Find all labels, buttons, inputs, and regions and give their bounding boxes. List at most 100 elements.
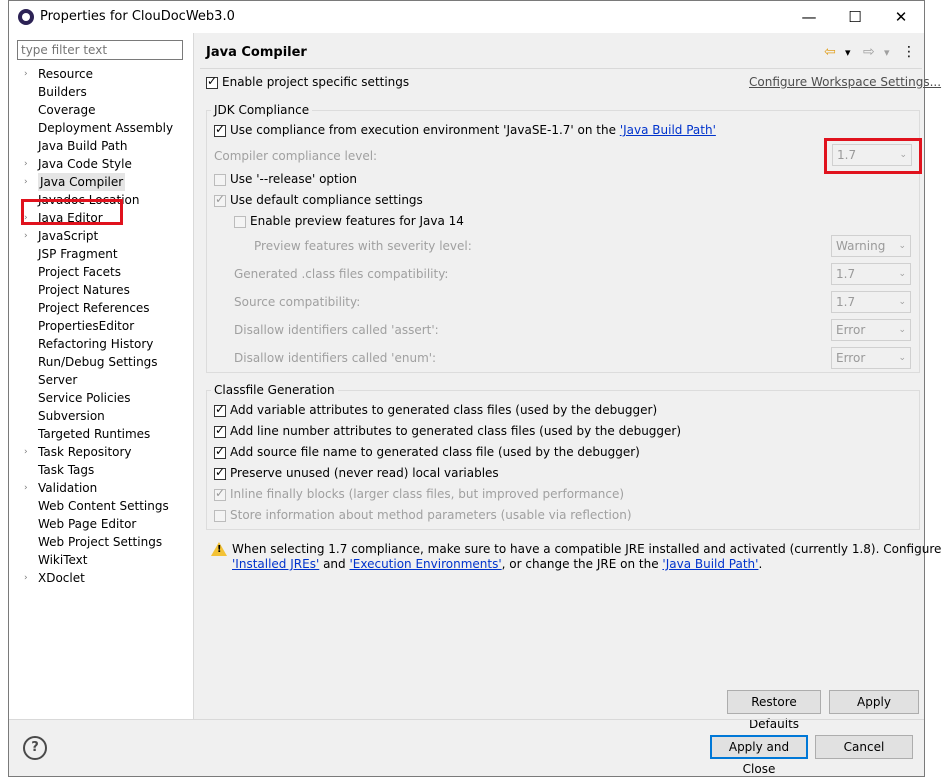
classfile-option-label: Add line number attributes to generated …	[230, 424, 682, 438]
classfile-option-checkbox[interactable]	[214, 465, 226, 480]
warning-and: and	[319, 557, 350, 571]
use-compliance-checkbox[interactable]	[214, 122, 226, 137]
tree-item-label: WikiText	[38, 553, 88, 567]
expand-arrow-icon[interactable]: ›	[24, 65, 28, 83]
tree-item-label: Subversion	[38, 409, 105, 423]
tree-item-label: Task Repository	[38, 445, 132, 459]
tree-item-label: Builders	[38, 85, 87, 99]
use-default-checkbox[interactable]	[214, 192, 226, 207]
back-icon[interactable]: ⇦	[824, 44, 836, 60]
apply-button[interactable]: Apply	[829, 690, 919, 714]
view-menu-icon[interactable]: ⋮	[902, 44, 916, 60]
classfile-option-label: Add source file name to generated class …	[230, 445, 640, 459]
tree-item-label: Task Tags	[38, 463, 95, 477]
tree-item-label: Java Code Style	[38, 157, 132, 171]
chevron-down-icon: ⌄	[898, 325, 906, 335]
java-build-path-link[interactable]: 'Java Build Path'	[620, 123, 716, 137]
use-default-label: Use default compliance settings	[230, 193, 423, 207]
tree-item-label: Targeted Runtimes	[38, 427, 151, 441]
tree-item-label: Server	[38, 373, 78, 387]
disallow-enum-value: Error	[836, 351, 866, 365]
title-separator	[200, 68, 922, 69]
preview-severity-label: Preview features with severity level:	[254, 239, 472, 253]
use-release-label: Use '--release' option	[230, 172, 358, 186]
use-compliance-label: Use compliance from execution environmen…	[230, 123, 716, 137]
classfile-option-checkbox[interactable]	[214, 486, 226, 501]
tree-item-label: JavaScript	[38, 229, 99, 243]
tree-item-label: XDoclet	[38, 571, 85, 585]
compliance-level-label: Compiler compliance level:	[214, 149, 378, 163]
title-bar: Properties for ClouDocWeb3.0 — ☐ ✕	[9, 1, 924, 33]
warning-line2: 'Installed JREs' and 'Execution Environm…	[232, 557, 762, 571]
page-title: Java Compiler	[206, 45, 307, 60]
expand-arrow-icon[interactable]: ›	[24, 443, 28, 461]
chevron-down-icon: ⌄	[898, 297, 906, 307]
installed-jres-link[interactable]: 'Installed JREs'	[232, 557, 319, 571]
chevron-down-icon: ⌄	[898, 353, 906, 363]
disallow-assert-combo[interactable]: Error ⌄	[831, 319, 911, 341]
classfile-generation-title: Classfile Generation	[211, 383, 338, 397]
window-title: Properties for ClouDocWeb3.0	[40, 9, 235, 24]
jdk-compliance-title: JDK Compliance	[211, 103, 313, 117]
help-icon[interactable]: ?	[23, 736, 47, 760]
filter-input[interactable]	[17, 40, 183, 60]
tree-item-label: Deployment Assembly	[38, 121, 174, 135]
generated-compat-combo[interactable]: 1.7 ⌄	[831, 263, 911, 285]
footer-separator	[9, 719, 924, 720]
preview-severity-value: Warning	[836, 239, 886, 253]
tree-item-label: PropertiesEditor	[38, 319, 135, 333]
tree-item-label: Project Natures	[38, 283, 130, 297]
source-compat-combo[interactable]: 1.7 ⌄	[831, 291, 911, 313]
chevron-down-icon: ⌄	[898, 241, 906, 251]
tree-item-label: Resource	[38, 67, 94, 81]
expand-arrow-icon[interactable]: ›	[24, 227, 28, 245]
maximize-button[interactable]: ☐	[832, 1, 878, 33]
configure-workspace-link[interactable]: Configure Workspace Settings...	[749, 75, 941, 89]
minimize-button[interactable]: —	[786, 1, 832, 33]
forward-icon[interactable]: ⇨	[863, 44, 875, 60]
close-button[interactable]: ✕	[878, 1, 924, 33]
classfile-option-label: Add variable attributes to generated cla…	[230, 403, 658, 417]
warning-line1: When selecting 1.7 compliance, make sure…	[232, 542, 945, 556]
enable-preview-label: Enable preview features for Java 14	[250, 214, 464, 228]
restore-defaults-button[interactable]: Restore Defaults	[727, 690, 821, 731]
back-dropdown-icon[interactable]: ▾	[845, 46, 851, 59]
enable-project-settings-label: Enable project specific settings	[222, 75, 410, 89]
expand-arrow-icon[interactable]: ›	[24, 569, 28, 587]
execution-environments-link[interactable]: 'Execution Environments'	[349, 557, 501, 571]
classfile-option-checkbox[interactable]	[214, 423, 226, 438]
tree-item-label: Java Compiler	[38, 173, 126, 191]
disallow-enum-combo[interactable]: Error ⌄	[831, 347, 911, 369]
forward-dropdown-icon[interactable]: ▾	[884, 46, 890, 59]
expand-arrow-icon[interactable]: ›	[24, 155, 28, 173]
generated-compat-label: Generated .class files compatibility:	[234, 267, 449, 281]
tree-item-label: Project Facets	[38, 265, 121, 279]
classfile-option-label: Inline finally blocks (larger class file…	[230, 487, 625, 501]
cancel-button[interactable]: Cancel	[815, 735, 913, 759]
expand-arrow-icon[interactable]: ›	[24, 479, 28, 497]
classfile-option-checkbox[interactable]	[214, 444, 226, 459]
tree-item-label: JSP Fragment	[38, 247, 118, 261]
preference-tree-panel: › Resource Builders Coverage Deployment Asse…	[9, 33, 194, 719]
source-compat-value: 1.7	[836, 295, 856, 309]
tree-item-label: Web Content Settings	[38, 499, 169, 513]
expand-arrow-icon[interactable]: ›	[24, 173, 28, 191]
tree-item-label: Run/Debug Settings	[38, 355, 158, 369]
tree-item-label: Refactoring History	[38, 337, 154, 351]
tree-item-label: Project References	[38, 301, 150, 315]
enable-preview-checkbox[interactable]	[234, 216, 246, 228]
preview-severity-combo[interactable]: Warning ⌄	[831, 235, 911, 257]
classfile-option-label: Store information about method parameter…	[230, 508, 632, 522]
highlight-compliance-level	[824, 138, 922, 174]
classfile-option-checkbox[interactable]	[214, 402, 226, 417]
use-release-checkbox[interactable]	[214, 174, 226, 186]
highlight-java-compiler	[21, 199, 123, 225]
apply-and-close-button[interactable]: Apply and Close	[710, 735, 808, 776]
use-compliance-text: Use compliance from execution environmen…	[230, 123, 620, 137]
enable-project-settings-checkbox[interactable]	[206, 74, 218, 89]
warning-java-build-path-link[interactable]: 'Java Build Path'	[662, 557, 758, 571]
tree-item-label: Coverage	[38, 103, 96, 117]
generated-compat-value: 1.7	[836, 267, 856, 281]
tree-item-label: Java Build Path	[38, 139, 128, 153]
classfile-option-checkbox[interactable]	[214, 510, 226, 522]
